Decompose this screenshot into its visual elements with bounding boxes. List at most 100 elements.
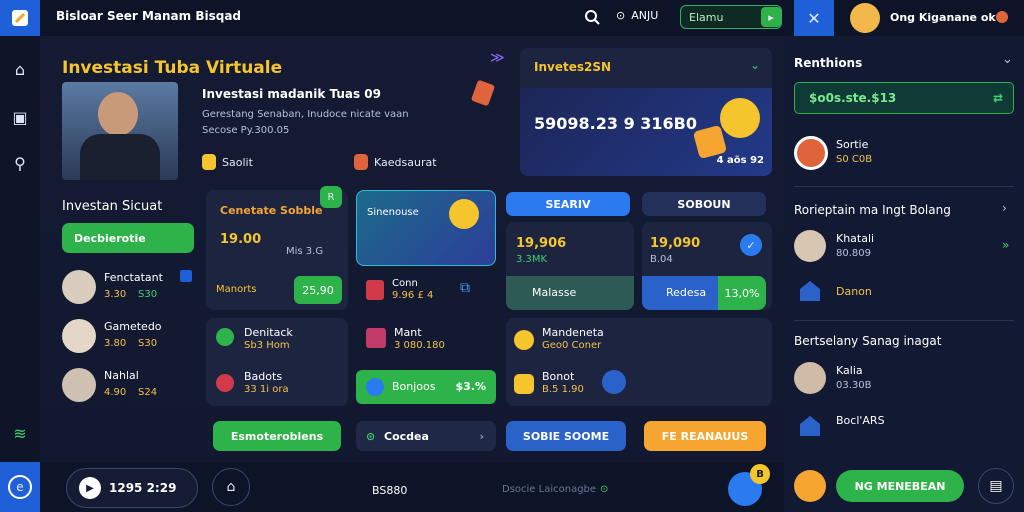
search-tab[interactable]: SEARIV	[506, 192, 630, 216]
tag-saolit[interactable]: Saolit	[202, 154, 253, 170]
promo-title: Invetes2SN	[534, 60, 612, 74]
tools-icon[interactable]: ✕	[794, 0, 834, 36]
bottom-action-4[interactable]: FE REANAUUS	[644, 421, 766, 451]
card-sinenouse[interactable]: Sinenouse	[356, 190, 496, 266]
footer-center: BS880	[372, 484, 408, 497]
coin-icon	[514, 330, 534, 350]
card-badge: R	[320, 186, 342, 208]
share-icon[interactable]: ⌂	[212, 468, 250, 506]
right-title: Renthions	[794, 56, 863, 70]
tag-icon	[202, 154, 216, 170]
person-kalia[interactable]: Kalia 03.30B	[794, 362, 1014, 398]
bocl-label[interactable]: Bocl'ARS	[836, 414, 885, 427]
footer-badge: B	[750, 464, 770, 484]
divider	[794, 320, 1014, 321]
section3-title: Bertselany Sanag inagat	[794, 334, 942, 348]
bag-icon	[216, 374, 234, 392]
search-nav-icon[interactable]: ⚲	[7, 150, 33, 176]
chart-icon	[366, 328, 386, 348]
home-icon[interactable]: ⌂	[7, 56, 33, 82]
chevron-down-icon[interactable]: ⌄	[1002, 52, 1013, 67]
plus-icon: ⊙	[366, 429, 376, 443]
chevron-right-icon: »	[1002, 238, 1010, 252]
amount-input[interactable]: $o0s.ste.$13 ⇄	[794, 82, 1014, 114]
portfolio-icon[interactable]: ▣	[7, 104, 33, 130]
card-seariv[interactable]: 19,906 3.3MK Malasse	[506, 222, 634, 310]
bonjoos-row[interactable]: Bonjoos $3.%	[356, 370, 496, 404]
coin-icon	[449, 199, 479, 229]
circle-icon: ⊙	[600, 484, 609, 495]
avatar	[794, 362, 826, 394]
points-display[interactable]: ⊙ ANJU	[616, 9, 658, 22]
notification-dot	[996, 11, 1008, 23]
bottom-action-2[interactable]: Cocdea ⊙ ›	[356, 421, 496, 451]
shield-icon	[514, 374, 534, 394]
info-price: Secose Py.300.05	[202, 125, 290, 136]
card-sobo[interactable]: 19,090 B.04 ✓ Redesa 13,0%	[642, 222, 772, 310]
app-logo[interactable]	[0, 0, 40, 36]
avatar	[62, 319, 96, 353]
avatar	[62, 368, 96, 402]
play-icon: ▶	[79, 477, 101, 499]
card-cenetate[interactable]: Cenetate Sobble R 19.00 Mis 3.G Manorts …	[206, 186, 348, 310]
avatar	[62, 270, 96, 304]
chevron-down-icon[interactable]: ⌄	[750, 58, 760, 72]
coin-icon	[692, 124, 728, 160]
footer-sub: Dsocie Laiconagbe ⊙	[502, 484, 609, 495]
arrows-icon: ⇄	[992, 91, 1003, 105]
bottom-action-3[interactable]: SOBIE SOOME	[506, 421, 626, 451]
tag-kaedsaurat[interactable]: Kaedsaurat	[354, 154, 437, 170]
app-window: Bisloar Seer Manam Bisqad ⊙ ANJU Elamu ▸ …	[0, 0, 1024, 512]
item-conn[interactable]: Conn 9.96 £ 4 ⧉	[364, 278, 496, 306]
settings-button[interactable]: e	[0, 462, 40, 512]
promo-amount: 59098.23 9 316B0	[534, 114, 698, 133]
globe-icon	[366, 378, 384, 396]
layers-icon[interactable]: ≋	[7, 420, 33, 446]
app-title: Bisloar Seer Manam Bisqad	[56, 9, 242, 23]
gift-icon[interactable]	[794, 470, 826, 502]
flag-icon	[180, 270, 192, 282]
chevron-right-icon[interactable]: ›	[1002, 201, 1007, 215]
chevron-right-icon[interactable]: ≫	[490, 50, 505, 66]
promo-card[interactable]: Invetes2SN ⌄ 59098.23 9 316B0 4 aõs 92	[520, 48, 772, 176]
settings-icon: e	[8, 475, 32, 499]
arrow-icon[interactable]: ▸	[761, 7, 781, 27]
danon-label[interactable]: Danon	[836, 285, 872, 298]
avatar	[794, 230, 826, 262]
search-field[interactable]: Elamu ▸	[680, 5, 782, 29]
info-icon	[602, 370, 626, 394]
coin-icon	[470, 79, 496, 107]
decision-button[interactable]: Decbierotie	[62, 223, 194, 253]
person-row-2[interactable]: Gametedo 3.80 S30	[62, 319, 196, 359]
user-avatar[interactable]	[850, 3, 880, 33]
panel-title: Investan Sicuat	[62, 199, 163, 214]
card-denitack[interactable]: Denitack Sb3 Hom Badots 33 1i ora	[206, 318, 348, 406]
investor-photo	[62, 82, 178, 180]
promo-badge: 4 aõs 92	[716, 155, 764, 166]
clock-icon: ⊙	[616, 9, 626, 22]
person-row-3[interactable]: Nahlal 4.90 S24	[62, 368, 196, 408]
person-row-1[interactable]: Fenctatant 3.30 S30	[62, 270, 196, 310]
item-icon	[366, 280, 384, 300]
tag-icon	[354, 154, 368, 170]
sobo-tab[interactable]: SOBOUN	[642, 192, 766, 216]
user-name[interactable]: Ong Kiganane ok	[890, 11, 996, 24]
bottom-action-1[interactable]: Esmoteroblens	[213, 421, 341, 451]
cta-button[interactable]: NG MENEBEAN	[836, 470, 964, 502]
card-mant[interactable]: Mant 3 080.180	[364, 324, 496, 356]
card-mandeneta[interactable]: Mandeneta Geo0 Coner Bonot B.5 1.90	[506, 318, 772, 406]
save-icon[interactable]: ▤	[978, 468, 1014, 504]
section2-title: Rorieptain ma Ingt Bolang	[794, 203, 951, 217]
value-tag: 25,90	[294, 276, 342, 304]
stack-icon	[216, 328, 234, 346]
person-khatali[interactable]: Khatali 80.809 »	[794, 230, 1014, 266]
coin-icon	[720, 98, 760, 138]
chevron-right-icon: ›	[479, 429, 484, 443]
balance-pill[interactable]: ▶ 1295 2:29	[66, 468, 198, 508]
info-line: Gerestang Senaban, Inudoce nicate vaan	[202, 109, 409, 120]
check-icon: ✓	[740, 234, 762, 256]
sortie-item[interactable]: Sortie S0 C0B	[794, 134, 1014, 174]
info-title: Investasi madanik Tuas 09	[202, 87, 382, 101]
sortie-icon	[794, 136, 828, 170]
search-icon[interactable]	[582, 7, 602, 27]
